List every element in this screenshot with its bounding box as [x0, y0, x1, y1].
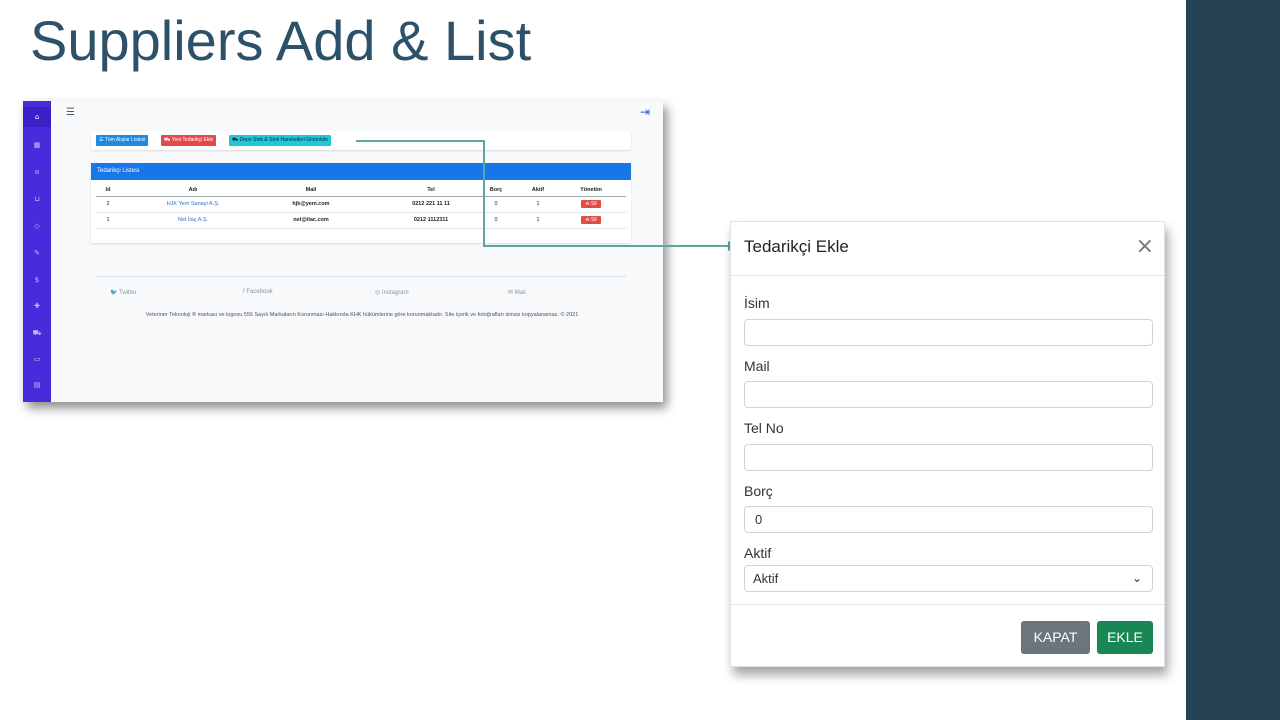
app-screenshot: ⌂ ▦ ⍝ ⊔ ◇ ✎ $ ✚ ⛟ ▭ ▤ ☰ ⇥ ☰ Tüm Alışlar … [23, 101, 663, 402]
borc-label: Borç [744, 483, 773, 499]
hamburger-icon[interactable]: ☰ [66, 107, 75, 118]
cell-borc: 0 [494, 201, 498, 207]
cell-aktif: 1 [536, 217, 540, 223]
cell-tel: 0212 1112311 [413, 217, 449, 223]
logout-icon[interactable]: ⇥ [640, 105, 650, 119]
borc-input[interactable] [744, 506, 1153, 533]
slide: Suppliers Add & List ⌂ ▦ ⍝ ⊔ ◇ ✎ $ ✚ ⛟ ▭… [0, 0, 1280, 720]
action-button-bar: ☰ Tüm Alışlar Listesi ⛟ Yeni Tedarikçi E… [91, 131, 631, 150]
header-yonetim: Yönetim [580, 187, 602, 193]
header-mail: Mail [305, 187, 317, 193]
truck-icon[interactable]: ⛟ [23, 329, 51, 338]
basket-icon[interactable]: ⊔ [23, 195, 51, 203]
dashboard-icon[interactable]: ▦ [23, 141, 51, 149]
modal-title: Tedarikçi Ekle [744, 237, 849, 256]
cell-tel: 0212 221 11 11 [412, 201, 450, 207]
footer-divider [96, 276, 626, 277]
cell-id: 1 [106, 217, 110, 223]
cell-id: 2 [106, 201, 110, 207]
modal-header: Tedarikçi Ekle × [731, 222, 1164, 276]
header-id: Id [105, 187, 111, 193]
header-tel: Tel [427, 187, 435, 193]
isim-label: İsim [744, 295, 770, 311]
slide-title: Suppliers Add & List [30, 9, 532, 72]
box-icon[interactable]: ▤ [23, 381, 51, 389]
pencil-icon[interactable]: ✎ [23, 249, 51, 257]
aktif-select[interactable]: Aktif ⌄ [744, 565, 1153, 592]
add-button[interactable]: EKLE [1097, 621, 1153, 654]
home-icon[interactable]: ⌂ [23, 107, 51, 127]
tel-label: Tel No [744, 420, 784, 436]
delete-button[interactable]: ⊖ Sil [581, 216, 601, 224]
stock-movements-button[interactable]: ⛟ Depo Stok & Stok Hareketleri Görüntüle [229, 135, 332, 146]
cell-mail: hjk@yem.com [292, 201, 330, 207]
chevron-down-icon: ⌄ [1131, 571, 1142, 585]
all-purchases-button[interactable]: ☰ Tüm Alışlar Listesi [96, 135, 149, 146]
instagram-link[interactable]: ◎ Instagram [375, 289, 409, 296]
modal-footer: KAPAT EKLE [731, 604, 1164, 667]
cell-adi-link[interactable]: Net İlaç A.Ş. [138, 217, 248, 223]
tag-icon[interactable]: ◇ [23, 222, 51, 230]
header-adi: Adı [188, 187, 198, 193]
dollar-icon[interactable]: $ [23, 276, 51, 284]
user-icon[interactable]: ⍝ [23, 168, 51, 177]
new-supplier-button[interactable]: ⛟ Yeni Tedarikçi Ekle [161, 135, 217, 146]
aktif-selected-value: Aktif [753, 571, 779, 586]
delete-cell: ⊖ Sil [566, 216, 616, 224]
facebook-link[interactable]: f Facebook [243, 289, 273, 295]
tel-input[interactable] [744, 444, 1153, 471]
supplier-table: Id Adı Mail Tel Borç Aktif Yönetim 2 HJK… [96, 183, 626, 229]
header-borc: Borç [489, 187, 503, 193]
cell-borc: 0 [494, 217, 498, 223]
list-icon[interactable]: ▭ [23, 355, 51, 363]
cell-mail: net@ilac.com [293, 217, 329, 223]
delete-button[interactable]: ⊖ Sil [581, 200, 601, 208]
plus-icon[interactable]: ✚ [23, 302, 51, 310]
cell-aktif: 1 [536, 201, 540, 207]
add-supplier-modal: Tedarikçi Ekle × İsim Mail Tel No Borç A… [730, 221, 1165, 667]
isim-input[interactable] [744, 319, 1153, 346]
table-row: 1 Net İlaç A.Ş. net@ilac.com 0212 111231… [96, 213, 626, 229]
delete-cell: ⊖ Sil [566, 200, 616, 208]
aktif-label: Aktif [744, 545, 772, 561]
decorative-band [1186, 0, 1280, 720]
mail-input[interactable] [744, 381, 1153, 408]
mail-link[interactable]: ✉ Mail [508, 289, 526, 296]
supplier-list-title: Tedarikçi Listesi [91, 163, 631, 180]
copyright-text: Veteriner Teknoloji ® markası ve logosu … [145, 312, 579, 318]
app-topbar: ☰ ⇥ [51, 101, 663, 127]
app-sidebar: ⌂ ▦ ⍝ ⊔ ◇ ✎ $ ✚ ⛟ ▭ ▤ [23, 101, 51, 402]
table-header-row: Id Adı Mail Tel Borç Aktif Yönetim [96, 183, 626, 197]
supplier-list-card: Tedarikçi Listesi Id Adı Mail Tel Borç A… [91, 163, 631, 243]
header-aktif: Aktif [531, 187, 545, 193]
twitter-link[interactable]: 🐦 Twitter [110, 289, 137, 296]
table-row: 2 HJK Yem Sanayi A.Ş. hjk@yem.com 0212 2… [96, 197, 626, 213]
close-button[interactable]: KAPAT [1021, 621, 1090, 654]
close-icon[interactable]: × [1136, 234, 1154, 260]
cell-adi-link[interactable]: HJK Yem Sanayi A.Ş. [138, 201, 248, 207]
mail-label: Mail [744, 358, 770, 374]
